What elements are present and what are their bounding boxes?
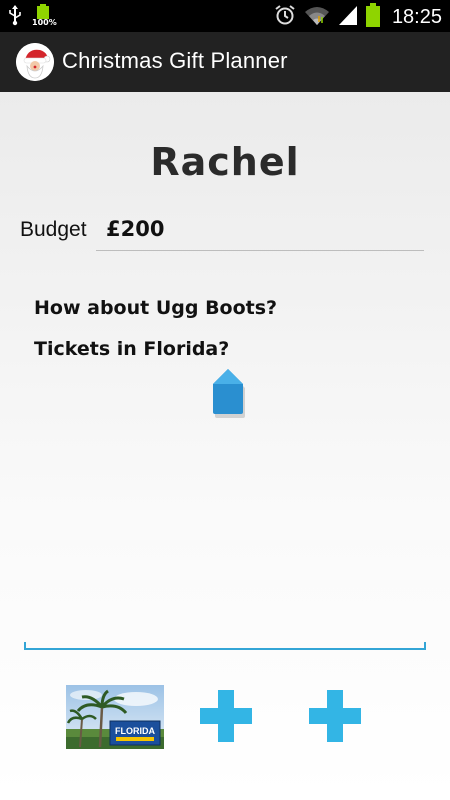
editor-underline-tick — [424, 642, 426, 650]
gift-notes-editor[interactable]: How about Ugg Boots? Tickets in Florida? — [34, 296, 424, 378]
florida-photo[interactable]: FLORIDA — [66, 685, 164, 749]
usb-icon — [8, 4, 22, 30]
text-cursor-handle[interactable] — [211, 368, 247, 418]
battery-small-icon: 100% — [32, 4, 57, 30]
note-line: How about Ugg Boots? — [34, 297, 278, 319]
status-bar: 100% 18:25 — [0, 0, 450, 32]
sign-text: FLORIDA — [115, 726, 155, 736]
main-content: Rachel Budget £200 How about Ugg Boots? … — [0, 92, 450, 800]
add-photo-button[interactable] — [198, 688, 254, 744]
clock: 18:25 — [391, 5, 442, 28]
battery-icon — [365, 3, 380, 31]
plus-icon — [309, 690, 361, 742]
wifi-icon — [304, 4, 330, 30]
app-title: Christmas Gift Planner — [62, 48, 288, 73]
status-left: 100% — [8, 4, 57, 30]
budget-field[interactable]: £200 — [96, 208, 424, 251]
plus-icon — [200, 690, 252, 742]
status-right: 18:25 — [274, 3, 442, 31]
budget-label: Budget — [20, 218, 87, 241]
alarm-icon — [274, 4, 296, 30]
signal-icon — [338, 4, 358, 30]
santa-icon[interactable] — [16, 43, 54, 81]
add-photo-button[interactable] — [307, 688, 363, 744]
recipient-name: Rachel — [150, 140, 300, 184]
editor-underline-tick — [24, 642, 26, 650]
action-bar: Christmas Gift Planner — [0, 32, 450, 92]
editor-underline — [24, 648, 426, 650]
battery-percent: 100% — [32, 18, 57, 27]
budget-value: £200 — [106, 217, 165, 241]
